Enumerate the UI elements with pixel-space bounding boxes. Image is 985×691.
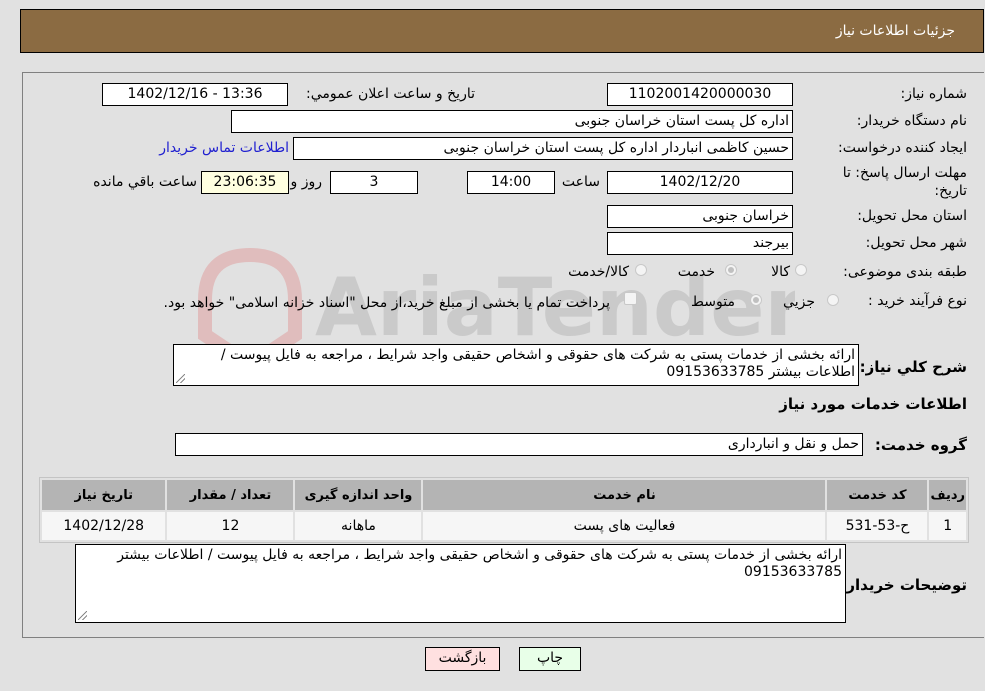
description-textarea[interactable]: ارائه بخشی از خدمات پستی به شرکت های حقو… (173, 344, 859, 386)
need-number-field: 1102001420000030 (607, 83, 793, 106)
creator-label: ایجاد کننده درخواست: (838, 140, 967, 156)
buyer-org-field: اداره کل پست استان خراسان جنوبی (231, 110, 793, 133)
days-remaining-field: 3 (330, 171, 418, 194)
col-row-number: ردیف (929, 480, 966, 510)
cell-service-code: ح-53-531 (827, 512, 928, 540)
category-option-goods-service: کالا/خدمت (568, 264, 629, 280)
page-header: جزئیات اطلاعات نیاز (20, 9, 984, 53)
category-label: طبقه بندی موضوعی: (843, 264, 967, 280)
treasury-checkbox[interactable] (624, 292, 637, 305)
cell-quantity: 12 (167, 512, 294, 540)
table-header-row: ردیف کد خدمت نام خدمت واحد اندازه گیری ت… (42, 480, 966, 510)
deadline-label: مهلت ارسال پاسخ: تا تاریخ: (842, 165, 967, 199)
process-label: نوع فرآیند خرید : (868, 293, 967, 309)
province-label: استان محل تحویل: (857, 208, 967, 224)
remaining-time-label: ساعت باقي مانده (93, 174, 197, 190)
process-option-minor: جزيي (783, 294, 815, 310)
cell-service-name: فعالیت های پست (423, 512, 826, 540)
description-text: ارائه بخشی از خدمات پستی به شرکت های حقو… (220, 347, 855, 380)
col-need-date: تاریخ نیاز (42, 480, 166, 510)
service-group-label: گروه خدمت: (874, 436, 967, 454)
announce-datetime-field: 1402/12/16 - 13:36 (102, 83, 288, 106)
category-option-service: خدمت (677, 264, 715, 280)
back-button[interactable]: بازگشت (425, 647, 500, 671)
category-radio-goods-service[interactable] (635, 264, 647, 276)
category-option-goods: کالا (771, 264, 790, 280)
services-section-title: اطلاعات خدمات مورد نیاز (779, 395, 967, 413)
deadline-time-label: ساعت (561, 174, 600, 190)
service-group-field: حمل و نقل و انبارداری (175, 433, 863, 456)
days-label: روز و (290, 174, 323, 190)
category-radio-service[interactable] (725, 264, 737, 276)
cell-row-number: 1 (929, 512, 966, 540)
print-button[interactable]: چاپ (519, 647, 581, 671)
col-service-name: نام خدمت (423, 480, 826, 510)
buyer-notes-text: ارائه بخشی از خدمات پستی به شرکت های حقو… (117, 547, 842, 580)
cell-unit: ماهانه (295, 512, 422, 540)
services-table: ردیف کد خدمت نام خدمت واحد اندازه گیری ت… (39, 477, 969, 543)
deadline-time-field: 14:00 (467, 171, 555, 194)
deadline-date-field: 1402/12/20 (607, 171, 793, 194)
buyer-contact-link[interactable]: اطلاعات تماس خریدار (159, 140, 289, 156)
col-service-code: کد خدمت (827, 480, 928, 510)
creator-field: حسین کاظمی انباردار اداره کل پست استان خ… (293, 137, 793, 160)
city-label: شهر محل تحویل: (865, 235, 967, 251)
category-radio-goods[interactable] (795, 264, 807, 276)
col-quantity: تعداد / مقدار (167, 480, 294, 510)
treasury-note: پرداخت تمام یا بخشی از مبلغ خرید،از محل … (163, 295, 610, 311)
province-field: خراسان جنوبی (607, 205, 793, 228)
table-row: 1 ح-53-531 فعالیت های پست ماهانه 12 1402… (42, 512, 966, 540)
resize-grip-icon[interactable] (176, 374, 185, 383)
need-number-label: شماره نیاز: (900, 86, 968, 102)
buyer-notes-label: توضیحات خریدار: (840, 576, 967, 594)
city-field: بیرجند (607, 232, 793, 255)
remaining-time-field: 23:06:35 (201, 171, 289, 194)
buyer-org-label: نام دستگاه خریدار: (856, 113, 967, 129)
cell-need-date: 1402/12/28 (42, 512, 166, 540)
process-option-medium: متوسط (691, 294, 735, 310)
col-unit: واحد اندازه گیری (295, 480, 422, 510)
process-radio-minor[interactable] (827, 294, 839, 306)
resize-grip-icon[interactable] (78, 611, 87, 620)
page-title: جزئیات اطلاعات نیاز (835, 23, 955, 39)
buyer-notes-textarea[interactable]: ارائه بخشی از خدمات پستی به شرکت های حقو… (75, 544, 846, 623)
process-radio-medium[interactable] (750, 294, 762, 306)
description-label: شرح کلي نياز: (859, 358, 967, 376)
announce-label: تاریخ و ساعت اعلان عمومي: (306, 86, 475, 102)
